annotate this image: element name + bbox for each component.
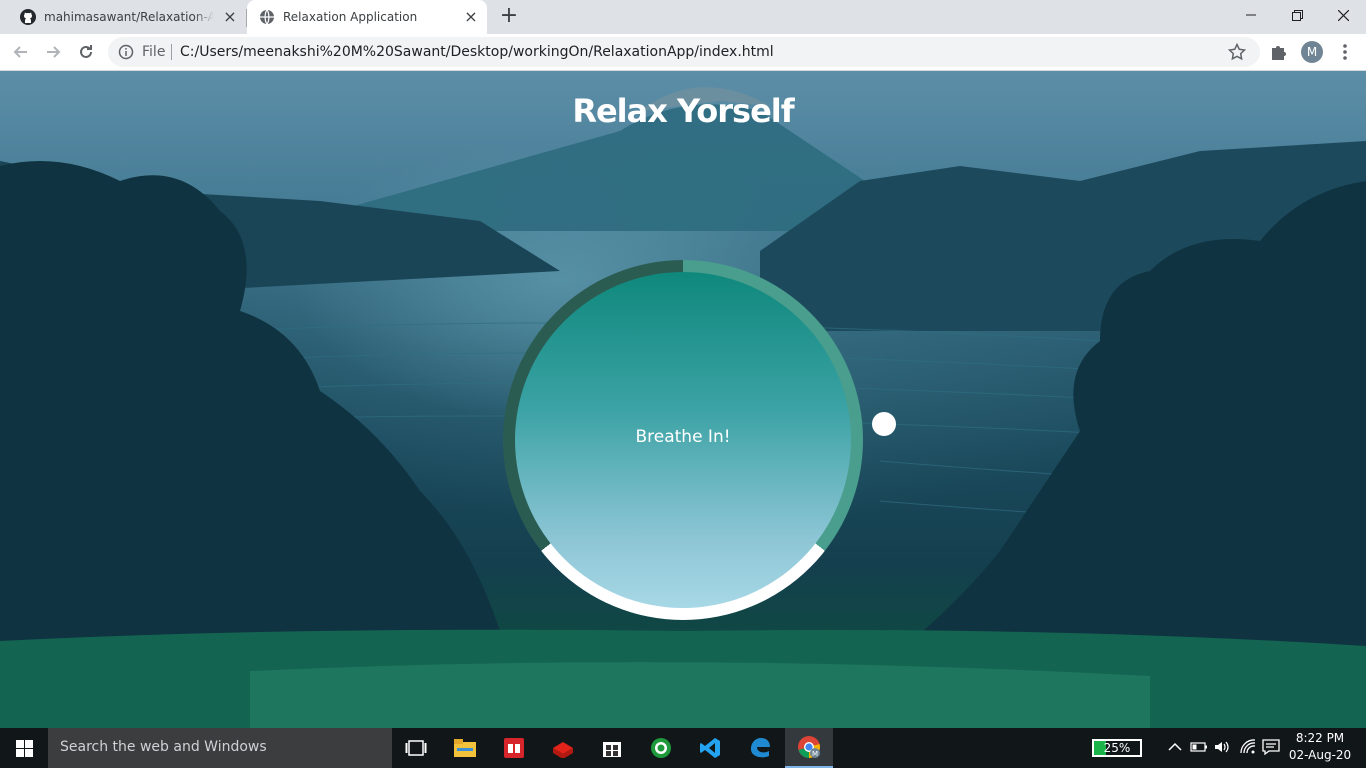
close-window-button[interactable]: [1320, 0, 1366, 30]
arrow-left-icon: [13, 46, 27, 58]
address-separator: [171, 44, 172, 60]
battery-tray-icon[interactable]: [1190, 738, 1208, 756]
file-explorer-icon: [454, 739, 476, 757]
svg-text:M: M: [812, 750, 818, 758]
tab-title: Relaxation Application: [283, 10, 418, 24]
address-bar[interactable]: File C:/Users/meenakshi%20M%20Sawant/Des…: [108, 37, 1260, 67]
tab-relaxation-app[interactable]: Relaxation Application ×: [247, 0, 487, 34]
restore-icon: [1291, 9, 1303, 21]
task-view-icon: [405, 740, 427, 756]
clock-time[interactable]: 8:22 PM: [1288, 731, 1352, 745]
battery-indicator[interactable]: 25%: [1092, 739, 1142, 757]
notifications-icon[interactable]: [1262, 738, 1280, 756]
search-placeholder: Search the web and Windows: [60, 739, 267, 755]
page-viewport: Relax Yorself Breathe In!: [0, 71, 1366, 728]
taskbar-app-chrome[interactable]: M: [785, 728, 833, 768]
wifi-icon[interactable]: [1239, 738, 1257, 756]
info-icon[interactable]: [118, 44, 134, 60]
bookmark-star-icon[interactable]: [1228, 43, 1246, 61]
forward-button[interactable]: [40, 39, 66, 65]
extensions-puzzle-icon[interactable]: [1269, 42, 1289, 62]
reload-button[interactable]: [73, 39, 99, 65]
reader-icon: [504, 738, 524, 758]
taskbar-search-box[interactable]: Search the web and Windows: [48, 728, 392, 768]
volume-icon[interactable]: [1213, 738, 1231, 756]
windows-logo-icon: [15, 739, 33, 757]
profile-avatar[interactable]: M: [1301, 41, 1323, 63]
back-button[interactable]: [8, 39, 34, 65]
close-icon: [1337, 9, 1349, 21]
url-text[interactable]: C:/Users/meenakshi%20M%20Sawant/Desktop/…: [180, 44, 774, 60]
lego-icon: [553, 742, 573, 758]
taskbar-app-edge[interactable]: [736, 728, 784, 768]
battery-percent: 25%: [1103, 741, 1131, 755]
taskbar-app-lego[interactable]: [539, 728, 587, 768]
store-icon: [603, 742, 621, 757]
browser-toolbar: File C:/Users/meenakshi%20M%20Sawant/Des…: [0, 34, 1366, 71]
arrow-right-icon: [47, 46, 61, 58]
edge-icon: [751, 738, 770, 758]
new-tab-button[interactable]: +: [498, 3, 520, 28]
chevron-up-icon[interactable]: [1166, 738, 1184, 756]
grass-highlight: [250, 662, 1150, 728]
minimize-icon: [1246, 14, 1256, 16]
app-title: Relax Yorself: [572, 92, 794, 130]
tab-github-repo[interactable]: mahimasawant/Relaxation-App: C ×: [8, 0, 246, 34]
tab-title: mahimasawant/Relaxation-App: C: [44, 10, 214, 24]
windows-taskbar: Search the web and Windows M 25% 8:22 PM…: [0, 728, 1366, 768]
reload-icon: [80, 45, 92, 58]
taskbar-app-file-explorer[interactable]: [441, 728, 489, 768]
taskbar-app-icon-app[interactable]: [637, 728, 685, 768]
scheme-label: File: [142, 44, 166, 60]
close-tab-icon[interactable]: ×: [222, 9, 238, 25]
chrome-icon: M: [798, 736, 820, 758]
taskbar-app-vscode[interactable]: [686, 728, 734, 768]
restore-button[interactable]: [1274, 0, 1320, 30]
taskbar-app-store[interactable]: [588, 728, 636, 768]
taskbar-app-reader[interactable]: [490, 728, 538, 768]
plus-icon: +: [499, 3, 519, 28]
breathing-pointer: [872, 412, 896, 436]
github-icon: [20, 9, 36, 25]
minimize-button[interactable]: [1228, 0, 1274, 30]
more-menu-icon[interactable]: [1335, 42, 1355, 62]
clock-date[interactable]: 02-Aug-20: [1288, 748, 1352, 762]
start-button[interactable]: [0, 728, 48, 768]
globe-icon: [260, 9, 274, 25]
close-tab-icon[interactable]: ×: [463, 9, 479, 25]
icon-app-icon: [651, 738, 671, 758]
vscode-icon: [700, 738, 720, 758]
browser-tab-strip: mahimasawant/Relaxation-App: C × Relaxat…: [0, 0, 1366, 34]
breath-instruction: Breathe In!: [635, 427, 731, 447]
task-view-button[interactable]: [392, 728, 440, 768]
